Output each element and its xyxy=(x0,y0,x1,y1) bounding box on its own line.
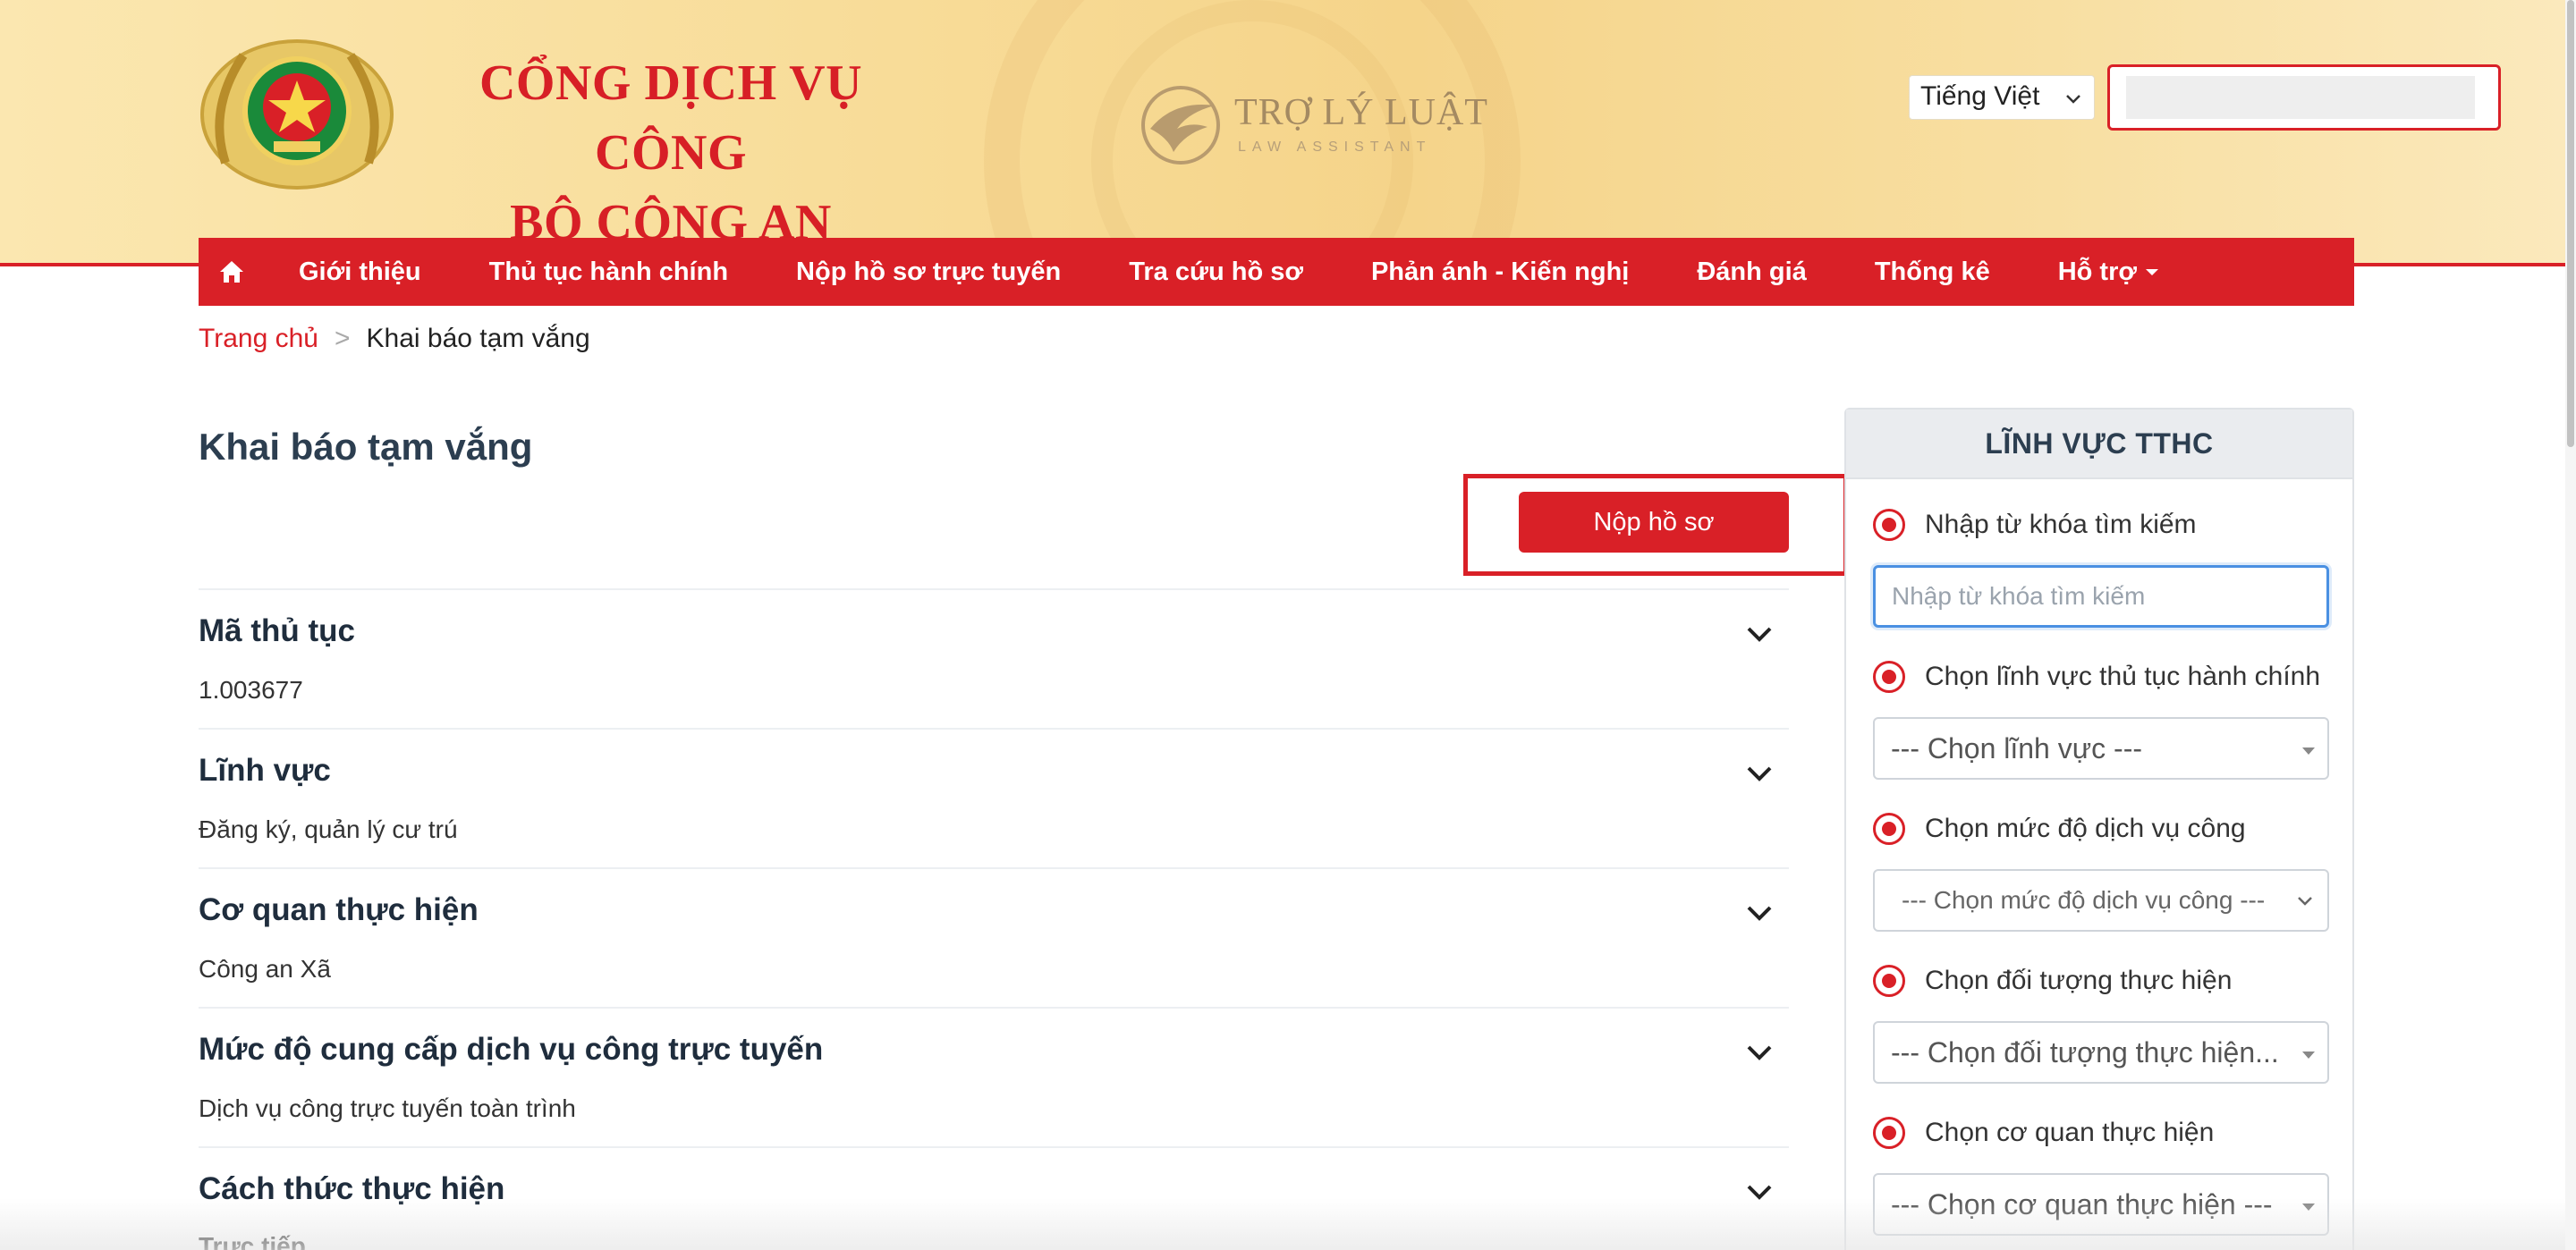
chevron-down-icon[interactable] xyxy=(1744,898,1775,928)
subject-select[interactable]: --- Chọn đối tượng thực hiện... xyxy=(1873,1021,2329,1084)
nav-item-thu-tuc-hanh-chinh[interactable]: Thủ tục hành chính xyxy=(455,258,762,287)
site-title-line1: CỔNG DỊCH VỤ CÔNG xyxy=(479,55,863,181)
page-title: Khai báo tạm vắng xyxy=(199,426,533,468)
filter-field-radio-row[interactable]: Chọn lĩnh vực thủ tục hành chính xyxy=(1873,655,2329,699)
filter-subject-label: Chọn đối tượng thực hiện xyxy=(1925,966,2233,995)
chevron-down-icon[interactable] xyxy=(1744,619,1775,649)
chevron-down-icon[interactable] xyxy=(1744,1037,1775,1068)
keyword-search-input[interactable]: Nhập từ khóa tìm kiếm xyxy=(1873,565,2329,628)
sidebar-title: LĨNH VỰC TTHC xyxy=(1846,410,2352,479)
info-row-procedure-code[interactable]: Mã thủ tục 1.003677 xyxy=(199,588,1789,728)
nav-item-nop-ho-so-truc-tuyen[interactable]: Nộp hồ sơ trực tuyến xyxy=(762,258,1095,287)
radio-button-selected[interactable] xyxy=(1873,813,1905,845)
info-label: Cách thức thực hiện xyxy=(199,1171,505,1206)
filter-keyword: Nhập từ khóa tìm kiếm Nhập từ khóa tìm k… xyxy=(1873,503,2329,628)
info-row-field[interactable]: Lĩnh vực Đăng ký, quản lý cư trú xyxy=(199,728,1789,867)
filter-keyword-label: Nhập từ khóa tìm kiếm xyxy=(1925,510,2197,539)
filter-level-radio-row[interactable]: Chọn mức độ dịch vụ công xyxy=(1873,807,2329,851)
filter-service-level: Chọn mức độ dịch vụ công --- Chọn mức độ… xyxy=(1873,807,2329,932)
procedure-filter-sidebar: LĨNH VỰC TTHC Nhập từ khóa tìm kiếm Nhập… xyxy=(1844,408,2354,1250)
caret-down-icon xyxy=(2302,1052,2315,1059)
nav-item-thong-ke[interactable]: Thống kê xyxy=(1841,258,2024,287)
field-select[interactable]: --- Chọn lĩnh vực --- xyxy=(1873,717,2329,780)
info-value: Đăng ký, quản lý cư trú xyxy=(199,815,458,843)
filter-level-label: Chọn mức độ dịch vụ công xyxy=(1925,814,2246,843)
procedure-info-list: Mã thủ tục 1.003677 Lĩnh vực Đăng ký, qu… xyxy=(199,588,1789,1250)
info-value-partial: Trực tiếp xyxy=(199,1232,306,1250)
info-label: Mức độ cung cấp dịch vụ công trực tuyến xyxy=(199,1032,824,1067)
filter-subject-radio-row[interactable]: Chọn đối tượng thực hiện xyxy=(1873,959,2329,1003)
info-value: 1.003677 xyxy=(199,676,303,704)
radio-dot xyxy=(1882,1126,1896,1140)
scrollbar-thumb[interactable] xyxy=(2567,0,2574,447)
radio-dot xyxy=(1882,974,1896,988)
eagle-logo-icon xyxy=(1141,86,1220,165)
service-level-select-value: --- Chọn mức độ dịch vụ công --- xyxy=(1902,886,2266,914)
chevron-down-icon[interactable] xyxy=(1744,758,1775,789)
header-search-box[interactable] xyxy=(2107,64,2501,131)
language-select[interactable]: Tiếng Việt xyxy=(1909,75,2095,120)
assistant-name: TRỢ LÝ LUẬT xyxy=(1234,92,1488,133)
filter-subject: Chọn đối tượng thực hiện --- Chọn đối tư… xyxy=(1873,959,2329,1084)
chevron-down-icon xyxy=(2066,95,2080,104)
radio-dot xyxy=(1882,822,1896,836)
submit-application-button[interactable]: Nộp hồ sơ xyxy=(1519,492,1789,553)
info-value: Dịch vụ công trực tuyến toàn trình xyxy=(199,1094,576,1122)
nav-item-ho-tro-label: Hỗ trợ xyxy=(2057,257,2137,286)
filter-field: Chọn lĩnh vực thủ tục hành chính --- Chọ… xyxy=(1873,655,2329,780)
service-level-select[interactable]: --- Chọn mức độ dịch vụ công --- xyxy=(1873,869,2329,932)
header-search-input[interactable] xyxy=(2126,76,2475,119)
agency-select[interactable]: --- Chọn cơ quan thực hiện --- xyxy=(1873,1173,2329,1236)
subject-select-value: --- Chọn đối tượng thực hiện... xyxy=(1891,1035,2279,1068)
page-scrollbar[interactable] xyxy=(2565,0,2576,1250)
caret-down-icon xyxy=(2146,269,2158,276)
main-nav: Giới thiệu Thủ tục hành chính Nộp hồ sơ … xyxy=(199,238,2354,306)
info-label: Cơ quan thực hiện xyxy=(199,892,479,927)
info-value: Công an Xã xyxy=(199,955,331,983)
nav-item-gioi-thieu[interactable]: Giới thiệu xyxy=(265,258,455,287)
site-title: CỔNG DỊCH VỤ CÔNG BỘ CÔNG AN xyxy=(429,48,912,258)
radio-button-selected[interactable] xyxy=(1873,509,1905,541)
agency-select-value: --- Chọn cơ quan thực hiện --- xyxy=(1891,1187,2273,1220)
police-emblem-icon[interactable] xyxy=(199,29,395,190)
radio-button-selected[interactable] xyxy=(1873,1117,1905,1149)
field-select-value: --- Chọn lĩnh vực --- xyxy=(1891,731,2143,764)
nav-item-tra-cuu-ho-so[interactable]: Tra cứu hồ sơ xyxy=(1095,258,1337,287)
nav-item-danh-gia[interactable]: Đánh giá xyxy=(1663,258,1840,287)
info-label: Mã thủ tục xyxy=(199,613,355,648)
radio-dot xyxy=(1882,670,1896,684)
caret-down-icon xyxy=(2302,1204,2315,1211)
chevron-down-icon xyxy=(2298,897,2312,906)
home-icon xyxy=(220,261,243,283)
assistant-subtitle: LAW ASSISTANT xyxy=(1238,139,1432,155)
filter-agency-radio-row[interactable]: Chọn cơ quan thực hiện xyxy=(1873,1111,2329,1155)
nav-item-ho-tro[interactable]: Hỗ trợ xyxy=(2024,258,2192,287)
breadcrumb-current: Khai báo tạm vắng xyxy=(366,324,590,353)
breadcrumb: Trang chủ > Khai báo tạm vắng xyxy=(199,324,590,354)
filter-agency: Chọn cơ quan thực hiện --- Chọn cơ quan … xyxy=(1873,1111,2329,1236)
radio-button-selected[interactable] xyxy=(1873,965,1905,997)
radio-button-selected[interactable] xyxy=(1873,661,1905,693)
breadcrumb-home[interactable]: Trang chủ xyxy=(199,324,318,353)
caret-down-icon xyxy=(2302,747,2315,755)
filter-field-label: Chọn lĩnh vực thủ tục hành chính xyxy=(1925,662,2321,691)
filter-keyword-radio-row[interactable]: Nhập từ khóa tìm kiếm xyxy=(1873,503,2329,547)
radio-dot xyxy=(1882,518,1896,532)
site-header: CỔNG DỊCH VỤ CÔNG BỘ CÔNG AN TRỢ LÝ LUẬT… xyxy=(0,0,2565,266)
nav-home[interactable] xyxy=(199,238,265,306)
info-row-agency[interactable]: Cơ quan thực hiện Công an Xã xyxy=(199,867,1789,1007)
chevron-down-icon[interactable] xyxy=(1744,1177,1775,1207)
info-row-method[interactable]: Cách thức thực hiện xyxy=(199,1146,1789,1250)
breadcrumb-separator: > xyxy=(334,324,351,353)
language-select-value: Tiếng Việt xyxy=(1920,81,2040,111)
nav-item-phan-anh-kien-nghi[interactable]: Phản ánh - Kiến nghị xyxy=(1337,258,1663,287)
info-row-service-level[interactable]: Mức độ cung cấp dịch vụ công trực tuyến … xyxy=(199,1007,1789,1146)
info-label: Lĩnh vực xyxy=(199,753,331,788)
filter-agency-label: Chọn cơ quan thực hiện xyxy=(1925,1118,2215,1147)
